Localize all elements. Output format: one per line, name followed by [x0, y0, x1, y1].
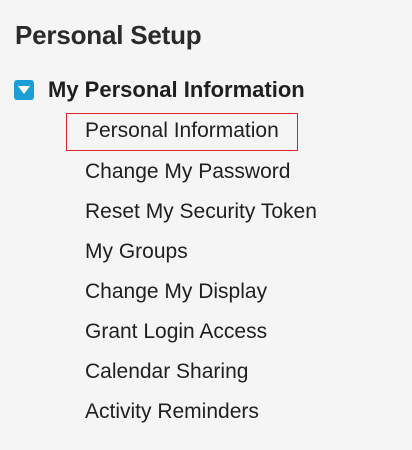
menu-item-change-my-display[interactable]: Change My Display — [66, 272, 336, 312]
menu-item-my-groups[interactable]: My Groups — [66, 232, 336, 272]
personal-info-menu: Personal Information Change My Password … — [66, 112, 336, 432]
expand-toggle-icon[interactable] — [14, 80, 34, 100]
menu-item-activity-reminders[interactable]: Activity Reminders — [66, 392, 336, 432]
menu-item-grant-login-access[interactable]: Grant Login Access — [66, 312, 336, 352]
menu-item-change-my-password[interactable]: Change My Password — [66, 152, 336, 192]
personal-setup-panel: Personal Setup My Personal Information P… — [0, 0, 412, 450]
menu-item-label[interactable]: Personal Information — [66, 113, 298, 151]
menu-item-label[interactable]: Grant Login Access — [66, 316, 286, 348]
menu-item-label[interactable]: Activity Reminders — [66, 396, 278, 428]
menu-item-calendar-sharing[interactable]: Calendar Sharing — [66, 352, 336, 392]
menu-item-personal-information[interactable]: Personal Information — [66, 112, 336, 152]
menu-item-label[interactable]: Calendar Sharing — [66, 356, 267, 388]
menu-item-label[interactable]: Change My Display — [66, 276, 286, 308]
menu-item-label[interactable]: Reset My Security Token — [66, 196, 336, 228]
panel-title: Personal Setup — [15, 20, 202, 50]
menu-item-reset-my-security-token[interactable]: Reset My Security Token — [66, 192, 336, 232]
triangle-down-icon — [18, 86, 30, 94]
menu-item-label[interactable]: My Groups — [66, 236, 207, 268]
section-label[interactable]: My Personal Information — [48, 74, 305, 106]
section-header-my-personal-information[interactable]: My Personal Information — [14, 74, 305, 106]
menu-item-label[interactable]: Change My Password — [66, 156, 309, 188]
